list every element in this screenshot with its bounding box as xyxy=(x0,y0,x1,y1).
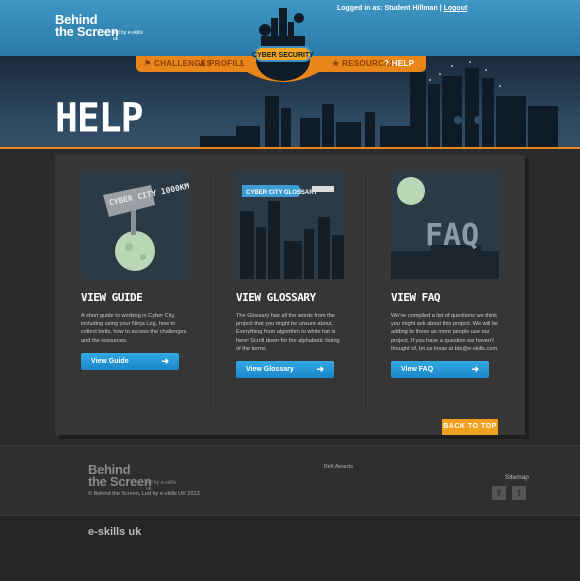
e-skills-logo[interactable]: e-skills uk xyxy=(88,526,141,538)
guide-column: CYBER CITY 1000KM VIEW GUIDE A short gui… xyxy=(81,171,189,370)
help-content-panel: CYBER CITY 1000KM VIEW GUIDE A short gui… xyxy=(55,155,525,435)
copyright-text: © Behind the Screen, Led by e-skills UK … xyxy=(88,491,200,497)
glossary-title: VIEW GLOSSARY xyxy=(236,291,316,304)
twitter-icon[interactable]: t xyxy=(512,486,526,500)
facebook-icon[interactable]: f xyxy=(492,486,506,500)
guide-description: A short guide to working in Cyber City, … xyxy=(81,313,187,344)
faq-description: We've compiled a list of questions we th… xyxy=(391,313,499,352)
nav-item-profile[interactable]: ♟ PROFILE xyxy=(199,59,246,68)
cyber-security-badge[interactable]: CYBER SECURITY xyxy=(241,0,325,88)
sitemap-link[interactable]: Sitemap xyxy=(505,474,529,481)
arrow-right-icon: ➜ xyxy=(471,364,479,375)
faq-moon-illustration: FAQ xyxy=(391,177,499,279)
back-to-top-button[interactable]: BACK TO TOP xyxy=(442,419,498,435)
nav-item-help[interactable]: ? HELP xyxy=(384,59,414,68)
bottom-bar xyxy=(0,515,580,581)
site-logo[interactable]: Behind the Screen led by e-skills uk xyxy=(55,13,143,42)
view-faq-label: View FAQ xyxy=(401,366,434,374)
logo-line-2: the Screen xyxy=(55,24,119,39)
glossary-banner: CYBER CITY GLOSSARY xyxy=(246,190,317,196)
view-guide-label: View Guide xyxy=(91,357,129,365)
question-icon: ? xyxy=(384,59,390,68)
view-guide-button[interactable]: View Guide ➜ xyxy=(81,352,179,370)
hero-divider xyxy=(0,147,580,149)
guide-thumbnail: CYBER CITY 1000KM xyxy=(81,171,189,279)
glossary-description: The Glossary has all the words from the … xyxy=(236,313,340,352)
signpost-illustration: CYBER CITY 1000KM xyxy=(103,182,189,271)
column-divider xyxy=(366,175,368,410)
arrow-right-icon: ➜ xyxy=(161,355,169,366)
cyber-security-emblem: CYBER SECURITY xyxy=(241,8,325,82)
site-footer xyxy=(0,445,580,516)
glossary-thumbnail: CYBER CITY GLOSSARY xyxy=(236,171,344,279)
faq-column: FAQ VIEW FAQ We've compiled a list of qu… xyxy=(391,171,499,379)
belt-awards-link[interactable]: Belt Awards xyxy=(324,464,353,470)
logout-link[interactable]: Logout xyxy=(444,5,468,12)
faq-thumbnail: FAQ xyxy=(391,171,499,279)
logged-in-text: Logged in as: Student Hillman xyxy=(337,5,438,12)
nav-label-help: HELP xyxy=(391,59,415,68)
glossary-column: CYBER CITY GLOSSARY VIEW GLOSSARY The Gl… xyxy=(236,171,344,379)
view-glossary-button[interactable]: View Glossary ➜ xyxy=(236,361,334,379)
login-separator: | xyxy=(439,5,442,12)
footer-logo[interactable]: Behind the Screen led by e-skills uk xyxy=(88,463,176,492)
glossary-city-illustration: CYBER CITY GLOSSARY xyxy=(240,185,344,279)
logo-tagline: led by e-skills uk xyxy=(113,30,144,42)
guide-title: VIEW GUIDE xyxy=(81,291,143,304)
badge-label: CYBER SECURITY xyxy=(252,52,314,59)
faq-art-text: FAQ xyxy=(425,218,479,253)
login-status: Logged in as: Student Hillman | Logout xyxy=(337,5,467,12)
column-divider xyxy=(211,175,213,410)
footer-logo-line-2: the Screen xyxy=(88,474,152,489)
challenges-icon: ⚑ xyxy=(144,59,152,68)
arrow-right-icon: ➜ xyxy=(316,364,324,375)
view-faq-button[interactable]: View FAQ ➜ xyxy=(391,361,489,379)
faq-title: VIEW FAQ xyxy=(391,291,440,304)
star-icon: ★ xyxy=(332,59,340,68)
page-title: HELP xyxy=(55,94,144,142)
profile-icon: ♟ xyxy=(199,59,207,68)
view-glossary-label: View Glossary xyxy=(246,366,294,374)
